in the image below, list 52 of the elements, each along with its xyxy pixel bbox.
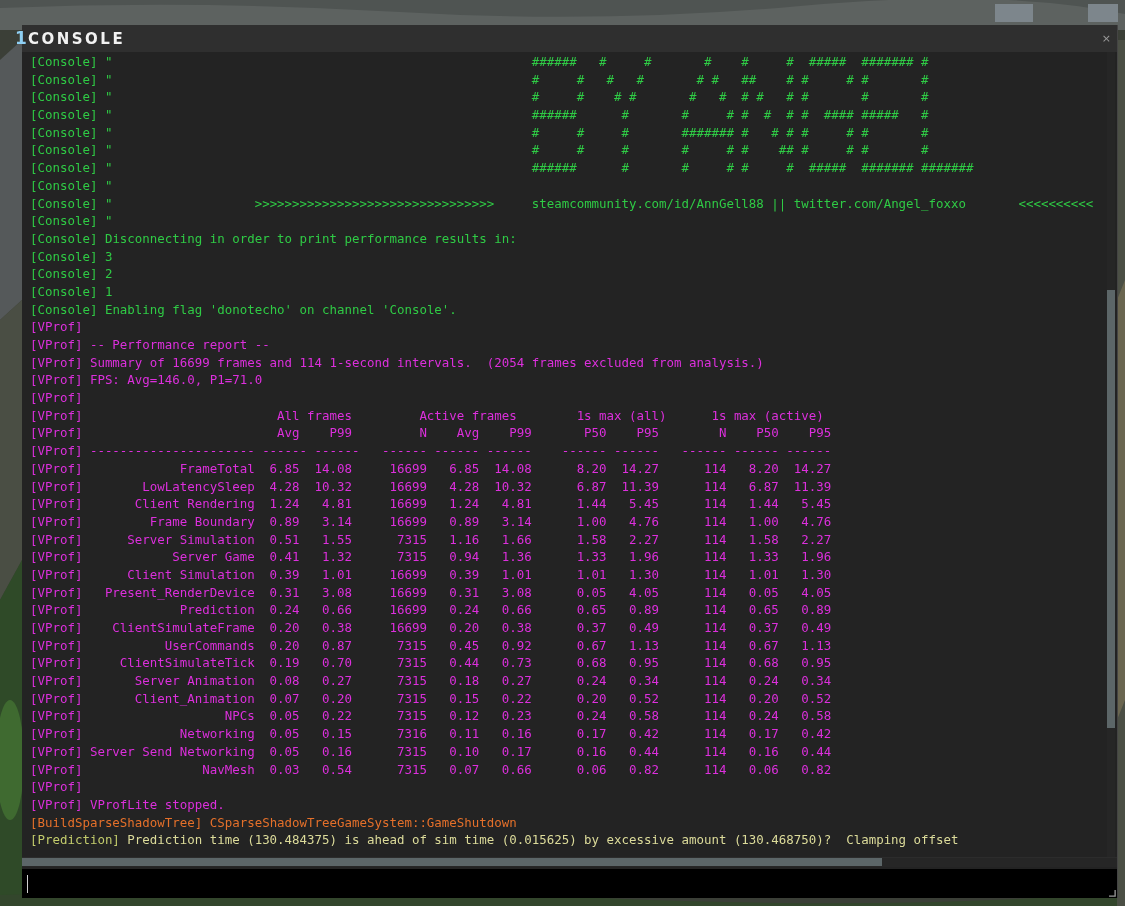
log-line: [Console] " # # # # # # ## # # # # #	[30, 70, 929, 89]
log-line: [VProf]	[30, 778, 83, 796]
log-line: [VProf] Server Game 0.41 1.32 7315 0.94 1.36 1.33 1.96 114 1.33 1.96	[30, 548, 832, 566]
log-line: [VProf]	[30, 389, 83, 407]
log-line: [VProf] Client_Animation 0.07 0.20 7315 0.15 0.22 0.20 0.52 114 0.20 0.52	[30, 689, 832, 708]
log-line: [VProf] Prediction 0.24 0.66 16699 0.24 0.66 0.65 0.89 114 0.65 0.89	[30, 601, 832, 619]
log-line: [Console] "	[30, 212, 113, 230]
log-line: [VProf] UserCommands 0.20 0.87 7315 0.45 0.92 0.67 1.13 114 0.67 1.13	[30, 636, 832, 655]
scroll-thumb[interactable]	[1107, 290, 1115, 728]
resize-grip-icon[interactable]	[1109, 890, 1116, 897]
log-line: [Console] Disconnecting in order to print performance results in:	[30, 229, 517, 248]
log-line: [VProf] NPCs 0.05 0.22 7315 0.12 0.23 0.24 0.58 114 0.24 0.58	[30, 707, 832, 726]
log-line: [VProf] Server Simulation 0.51 1.55 7315 1.16 1.66 1.58 2.27 114 1.58 2.27	[30, 530, 832, 549]
log-line: [Console] " # # # # # # # # # # # #	[30, 88, 929, 107]
log-line: [VProf] VProfLite stopped.	[30, 795, 225, 814]
log-line: [Console] " ###### # # # # # ##### ####### #	[30, 53, 929, 71]
command-field[interactable]	[22, 869, 1117, 898]
log-line: [VProf] Networking 0.05 0.15 7316 0.11 0.16 0.17 0.42 114 0.17 0.42	[30, 725, 832, 743]
log-line: [Console] "	[30, 176, 113, 195]
log-line: [Console] " # # # ####### # # # # # # #	[30, 123, 929, 142]
log-line: [Console] " ###### # # # # # ##### ####### #######	[30, 159, 974, 177]
log-line: [Console] 3	[30, 247, 113, 266]
log-line: [Console] 2	[30, 265, 113, 283]
log-line: [VProf] Server Send Networking 0.05 0.16 7315 0.10 0.17 0.16 0.44 114 0.16 0.44	[30, 742, 832, 761]
log-line: [VProf] All frames Active frames 1s max (all) 1s max (active)	[30, 406, 824, 425]
log-line: [Console] " # # # # # # ## # # # #	[30, 141, 929, 160]
log-line: [VProf] ClientSimulateTick 0.19 0.70 7315 0.44 0.73 0.68 0.95 114 0.68 0.95	[30, 654, 832, 673]
log-line: [Console] 1	[30, 282, 113, 301]
log-line: [VProf] NavMesh 0.03 0.54 7315 0.07 0.66 0.06 0.82 114 0.06 0.82	[30, 760, 832, 779]
log-line: [Console] Enabling flag 'donotecho' on channel 'Console'.	[30, 300, 457, 319]
log-line: [Console] " ###### # # # # # # # #### ##### #	[30, 106, 929, 124]
log-line: [BuildSparseShadowTree] CSparseShadowTreeGameSystem::GameShutdown	[30, 813, 517, 832]
log-line: [VProf] FrameTotal 6.85 14.08 16699 6.85 14.08 8.20 14.27 114 8.20 14.27	[30, 459, 832, 478]
log-line: [VProf] Summary of 16699 frames and 114 1-second intervals. (2054 frames excluded from analysis.)	[30, 353, 764, 372]
log-line: [VProf] -- Performance report --	[30, 336, 270, 354]
log-line: [VProf] ---------------------- ------ ------ ------ ------ ------ ------ ------ ------ ------ ------	[30, 442, 832, 460]
log-line: [VProf] Client Simulation 0.39 1.01 16699 0.39 1.01 1.01 1.30 114 1.01 1.30	[30, 565, 832, 584]
hud-digit: 1	[15, 28, 27, 48]
close-button[interactable]: ×	[1099, 31, 1113, 46]
log-line: [VProf] Avg P99 N Avg P99 P50 P95 N P50 P95	[30, 424, 832, 443]
log-line: [Console] " >>>>>>>>>>>>>>>>>>>>>>>>>>>>>>>> steamcommunity.com/id/AnnGell88 || twitter.com/Angel_foxxo <<<<<<<<<<	[30, 194, 1094, 213]
log-line: [VProf] LowLatencySleep 4.28 10.32 16699 4.28 10.32 6.87 11.39 114 6.87 11.39	[30, 477, 832, 496]
log-line: [VProf] Present_RenderDevice 0.31 3.08 16699 0.31 3.08 0.05 4.05 114 0.05 4.05	[30, 583, 832, 602]
scroll-thumb[interactable]	[22, 858, 882, 866]
log-line: [VProf] FPS: Avg=146.0, P1=71.0	[30, 371, 263, 390]
log-line: [VProf] Client Rendering 1.24 4.81 16699 1.24 4.81 1.44 5.45 114 1.44 5.45	[30, 495, 832, 513]
window-title: CONSOLE	[28, 29, 126, 48]
log-line: [Prediction] Prediction time (130.484375) is ahead of sim time (0.015625) by excessive amount (130.468750)? Clamping offset	[30, 831, 959, 849]
log-line: [VProf] Server Animation 0.08 0.27 7315 0.18 0.27 0.24 0.34 114 0.24 0.34	[30, 672, 832, 690]
log-line: [VProf]	[30, 318, 83, 336]
log-line: [VProf] Frame Boundary 0.89 3.14 16699 0.89 3.14 1.00 4.76 114 1.00 4.76	[30, 512, 832, 531]
log-line: [VProf] ClientSimulateFrame 0.20 0.38 16699 0.20 0.38 0.37 0.49 114 0.37 0.49	[30, 619, 832, 637]
